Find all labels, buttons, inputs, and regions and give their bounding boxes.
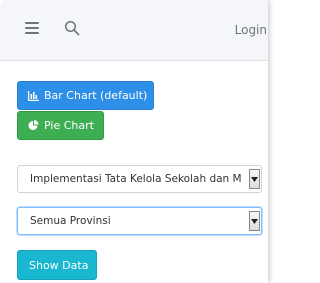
pie-chart-button-label: Pie Chart — [44, 119, 94, 132]
app-frame: Login Bar Chart (default) Pie Chart Impl… — [0, 0, 268, 283]
chevron-down-icon — [249, 169, 260, 189]
main-content: Bar Chart (default) Pie Chart Implementa… — [0, 61, 268, 283]
search-icon[interactable] — [64, 20, 82, 38]
program-select-value: Implementasi Tata Kelola Sekolah dan M — [30, 173, 242, 185]
bar-chart-button-label: Bar Chart (default) — [44, 89, 148, 102]
program-select[interactable]: Implementasi Tata Kelola Sekolah dan M — [17, 165, 262, 193]
bar-chart-button[interactable]: Bar Chart (default) — [17, 81, 154, 110]
province-select-value: Semua Provinsi — [30, 215, 111, 227]
pie-chart-button[interactable]: Pie Chart — [17, 111, 104, 140]
province-select[interactable]: Semua Provinsi — [17, 207, 262, 235]
show-data-button[interactable]: Show Data — [17, 250, 97, 280]
top-navbar: Login — [0, 0, 268, 61]
chevron-down-icon — [249, 211, 260, 231]
bar-chart-icon — [28, 90, 39, 101]
hamburger-icon[interactable] — [25, 22, 39, 36]
login-link[interactable]: Login — [235, 23, 267, 37]
pie-chart-icon — [28, 120, 39, 130]
show-data-button-label: Show Data — [29, 258, 89, 272]
